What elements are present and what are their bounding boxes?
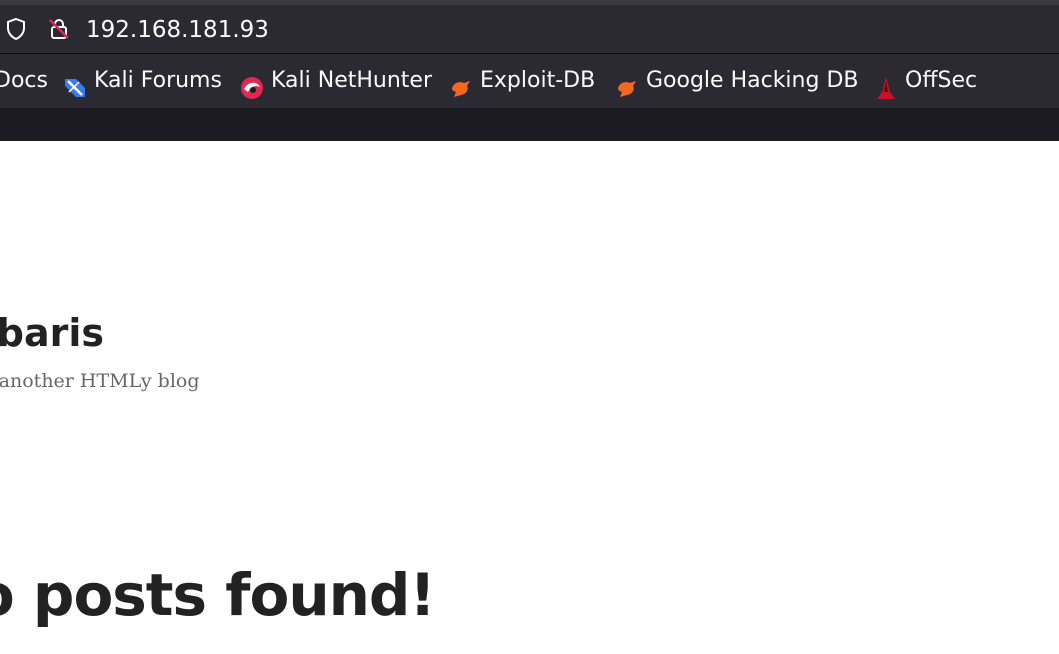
bookmark-label: Exploit-DB bbox=[480, 68, 596, 93]
site-tagline: t another HTMLy blog bbox=[0, 370, 200, 392]
google-hacking-db-icon bbox=[614, 68, 640, 97]
bookmark-label: Kali NetHunter bbox=[271, 68, 432, 93]
bookmark-label: OffSec bbox=[905, 68, 978, 93]
no-posts-heading: lo posts found! bbox=[0, 561, 436, 629]
bookmarks-toolbar: Docs Kali Forums Kali NetHunter Exploit-… bbox=[0, 54, 1059, 108]
bookmark-label: Kali Forums bbox=[94, 68, 222, 93]
toolbar-spacer bbox=[0, 108, 1059, 141]
kali-nethunter-icon bbox=[239, 68, 265, 99]
shield-icon[interactable] bbox=[4, 17, 28, 41]
offsec-icon bbox=[873, 68, 899, 99]
bookmark-kali-nethunter[interactable]: Kali NetHunter bbox=[239, 54, 432, 108]
bookmark-offsec[interactable]: OffSec bbox=[873, 54, 977, 108]
exploit-db-icon bbox=[448, 68, 474, 97]
url-bar[interactable]: 192.168.181.93 bbox=[0, 5, 1059, 54]
kali-forums-icon bbox=[62, 68, 88, 97]
bookmark-kali-docs[interactable]: Docs bbox=[0, 54, 48, 108]
browser-chrome: 192.168.181.93 Docs Kali Forums Kali Net… bbox=[0, 0, 1059, 141]
bookmark-google-hacking-db[interactable]: Google Hacking DB bbox=[614, 54, 858, 108]
bookmark-kali-forums[interactable]: Kali Forums bbox=[62, 54, 222, 108]
page-content: ybaris t another HTMLy blog lo posts fou… bbox=[0, 141, 1059, 654]
bookmark-label: Google Hacking DB bbox=[646, 68, 859, 93]
url-text[interactable]: 192.168.181.93 bbox=[86, 15, 269, 45]
insecure-lock-icon[interactable] bbox=[47, 17, 71, 41]
site-title[interactable]: ybaris bbox=[0, 311, 104, 355]
bookmark-exploit-db[interactable]: Exploit-DB bbox=[448, 54, 595, 108]
bookmark-label: Docs bbox=[0, 68, 48, 93]
